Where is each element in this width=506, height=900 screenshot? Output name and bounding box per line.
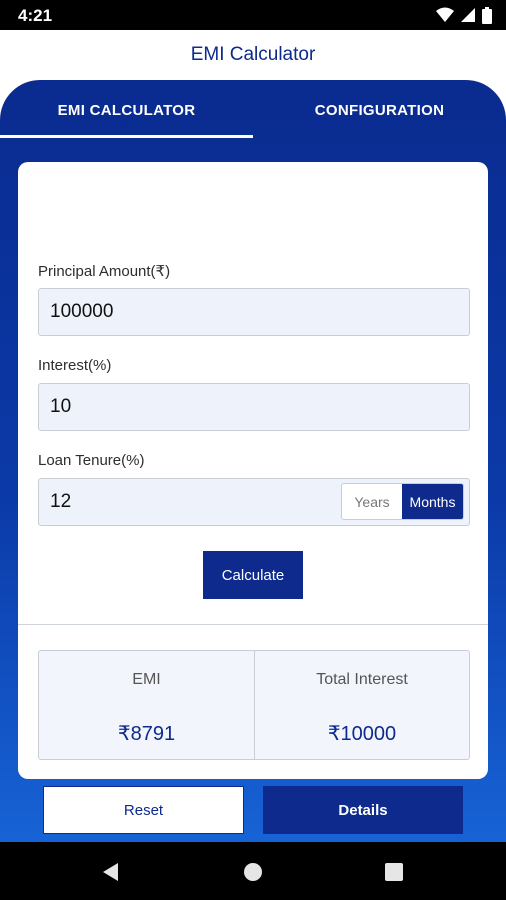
interest-label: Interest(%) [38,357,112,374]
back-icon[interactable] [99,860,123,884]
battery-icon [482,6,492,24]
tab-indicator [0,135,253,138]
total-interest-label: Total Interest [316,671,408,688]
emi-label: EMI [132,671,161,688]
emi-value: ₹8791 [117,723,176,745]
status-bar: 4:21 [0,0,506,30]
divider [18,624,488,625]
tenure-unit-toggle: Years Months [341,483,464,520]
signal-icon [461,8,475,22]
tab-configuration[interactable]: CONFIGURATION [253,80,506,140]
tenure-label: Loan Tenure(%) [38,452,145,469]
interest-input[interactable] [38,383,470,431]
reset-button[interactable]: Reset [43,786,244,834]
home-icon[interactable] [241,860,265,884]
emi-result: EMI ₹8791 [39,651,254,759]
status-icons [436,6,492,24]
app-bar: EMI Calculator [0,30,506,80]
main-panel: EMI CALCULATOR CONFIGURATION Principal A… [0,80,506,842]
navigation-bar [0,842,506,900]
tab-label: EMI CALCULATOR [57,101,196,119]
principal-input[interactable] [38,288,470,336]
tenure-years-option[interactable]: Years [342,484,402,519]
results-box: EMI ₹8791 Total Interest ₹10000 [38,650,470,760]
recents-icon[interactable] [382,860,406,884]
total-interest-result: Total Interest ₹10000 [254,651,469,759]
details-button[interactable]: Details [263,786,463,834]
calculate-button[interactable]: Calculate [203,551,303,599]
status-time: 4:21 [18,6,53,25]
total-interest-value: ₹10000 [327,723,397,745]
tab-emi-calculator[interactable]: EMI CALCULATOR [0,80,253,140]
wifi-icon [436,7,454,22]
principal-label: Principal Amount(₹) [38,263,171,280]
tab-label: CONFIGURATION [314,101,445,119]
app-title: EMI Calculator [190,44,316,65]
tenure-months-option[interactable]: Months [402,484,463,519]
calculator-card: Principal Amount(₹) Interest(%) Loan Ten… [18,162,488,834]
